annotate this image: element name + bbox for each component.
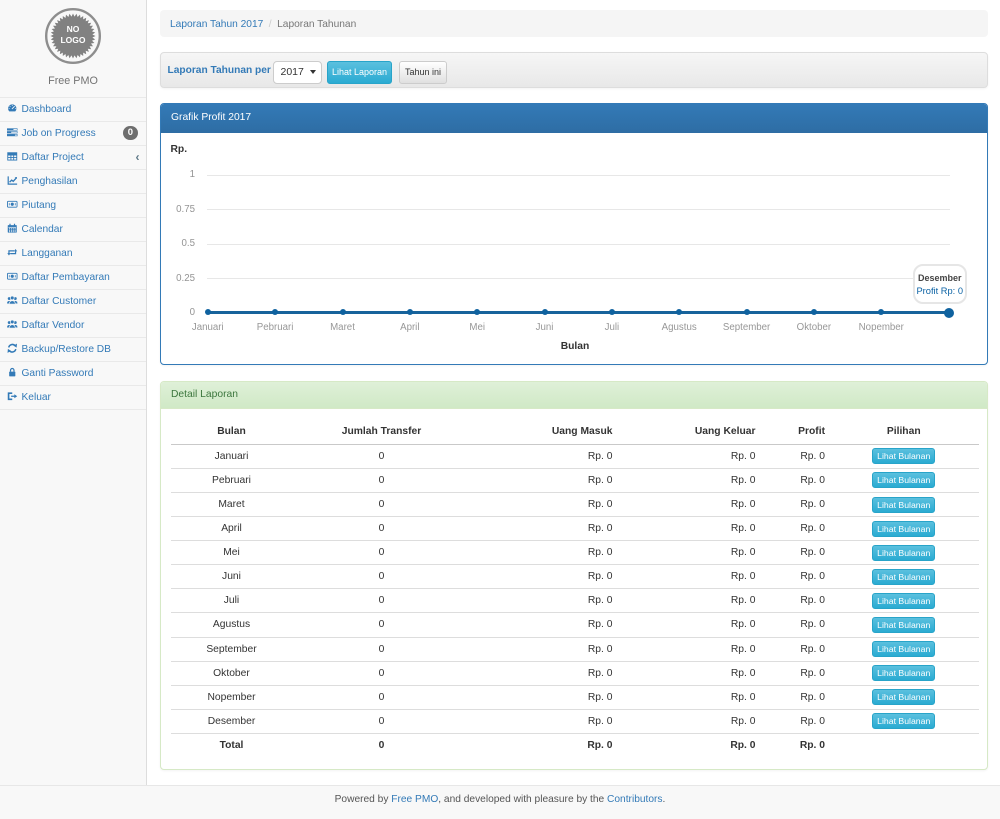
svg-text:NO: NO bbox=[67, 24, 80, 34]
svg-text:LOGO: LOGO bbox=[60, 35, 85, 45]
